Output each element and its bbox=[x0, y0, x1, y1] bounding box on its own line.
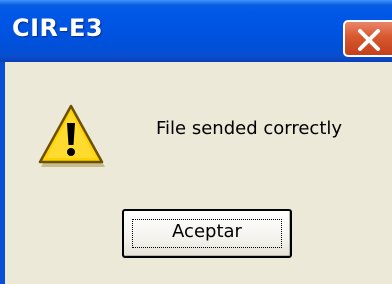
window-title: CIR-E3 bbox=[12, 14, 104, 42]
close-button[interactable] bbox=[343, 20, 392, 57]
warning-icon bbox=[38, 104, 105, 167]
aceptar-button-label: Aceptar bbox=[172, 221, 242, 242]
aceptar-button[interactable]: Aceptar bbox=[122, 209, 292, 258]
window-border bbox=[0, 62, 5, 284]
dialog-window: CIR-E3 File sended correctly Aceptar bbox=[0, 0, 392, 284]
close-icon bbox=[358, 29, 380, 51]
message-text: File sended correctly bbox=[156, 118, 343, 139]
titlebar[interactable]: CIR-E3 bbox=[0, 0, 392, 62]
